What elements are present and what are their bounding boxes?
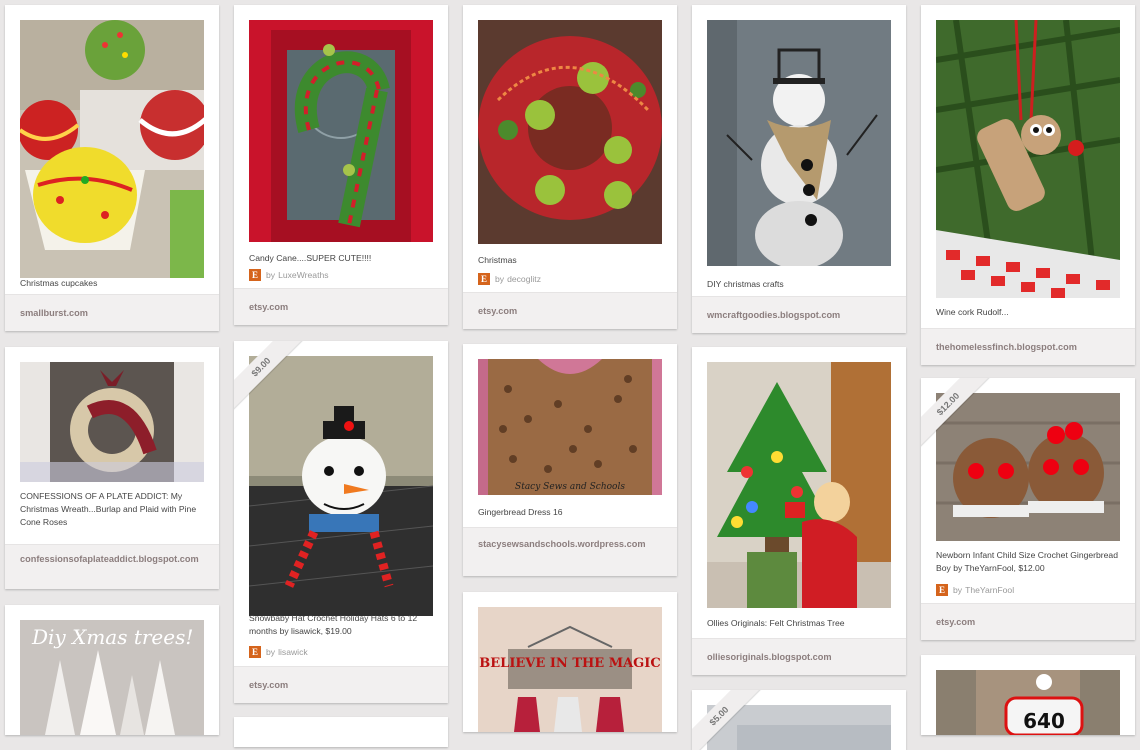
- pin-image[interactable]: [20, 362, 204, 482]
- pin-card[interactable]: $5.00: [692, 690, 906, 750]
- pin-card[interactable]: Diy Xmas trees!: [5, 605, 219, 735]
- pin-image[interactable]: Stacy Sews and Schools: [478, 359, 662, 495]
- pin-image[interactable]: [707, 362, 891, 608]
- pin-description: Snowbaby Hat Crochet Holiday Hats 6 to 1…: [249, 613, 418, 636]
- pin-footer: etsy.com: [921, 603, 1135, 640]
- pin-image-text: Diy Xmas trees!: [31, 625, 193, 649]
- etsy-icon: E: [249, 646, 261, 658]
- pin-image[interactable]: Diy Xmas trees!: [20, 620, 204, 735]
- pin-footer: wmcraftgoodies.blogspot.com: [692, 296, 906, 333]
- pin-source-link[interactable]: wmcraftgoodies.blogspot.com: [707, 308, 891, 322]
- pin-card[interactable]: [234, 717, 448, 747]
- pin-description: Christmas: [478, 255, 517, 265]
- pin-source-link[interactable]: stacysewsandschools.wordpress.com: [478, 537, 662, 551]
- pin-source-link[interactable]: etsy.com: [478, 304, 662, 318]
- pin-description: Newborn Infant Child Size Crochet Ginger…: [936, 550, 1118, 573]
- pin-description: Wine cork Rudolf...: [936, 307, 1009, 317]
- pin-description: DIY christmas crafts: [707, 279, 784, 289]
- pin-footer: etsy.com: [234, 666, 448, 703]
- pin-attribution[interactable]: E by LuxeWreaths: [249, 268, 329, 282]
- pin-card[interactable]: BELIEVE IN THE MAGIC: [463, 592, 677, 732]
- pin-card[interactable]: Christmas cupcakes smallburst.com: [5, 5, 219, 331]
- pin-attribution-name[interactable]: TheYarnFool: [965, 585, 1014, 595]
- pin-image[interactable]: [936, 393, 1120, 541]
- pin-source-link[interactable]: confessionsofaplateaddict.blogspot.com: [20, 552, 204, 566]
- pin-source-link[interactable]: thehomelessfinch.blogspot.com: [936, 340, 1120, 354]
- pin-card[interactable]: $12.00 Newborn Infant Child Size Crochet…: [921, 378, 1135, 640]
- pin-attribution-name[interactable]: decoglitz: [507, 274, 541, 284]
- pin-image[interactable]: [707, 20, 891, 266]
- pin-card[interactable]: Ollies Originals: Felt Christmas Tree ol…: [692, 347, 906, 675]
- etsy-icon: E: [478, 273, 490, 285]
- pin-card[interactable]: Wine cork Rudolf... thehomelessfinch.blo…: [921, 5, 1135, 365]
- pin-attribution-name[interactable]: lisawick: [278, 647, 308, 657]
- pin-footer: olliesoriginals.blogspot.com: [692, 638, 906, 675]
- pin-image[interactable]: [20, 20, 204, 278]
- pin-card[interactable]: Stacy Sews and Schools Gingerbread Dress…: [463, 344, 677, 576]
- pin-image-text: BELIEVE IN THE MAGIC: [479, 656, 660, 671]
- pin-description: Gingerbread Dress 16: [478, 507, 563, 517]
- pin-footer: smallburst.com: [5, 294, 219, 331]
- pin-attribution[interactable]: E by decoglitz: [478, 272, 541, 286]
- pin-source-link[interactable]: etsy.com: [249, 300, 433, 314]
- pin-card[interactable]: DIY christmas crafts wmcraftgoodies.blog…: [692, 5, 906, 333]
- pin-footer: confessionsofaplateaddict.blogspot.com: [5, 544, 219, 589]
- pin-source-link[interactable]: olliesoriginals.blogspot.com: [707, 650, 891, 664]
- pin-card[interactable]: 640: [921, 655, 1135, 735]
- pin-source-link[interactable]: etsy.com: [249, 678, 433, 692]
- pin-attribution[interactable]: E by lisawick: [249, 645, 308, 659]
- pin-description: Ollies Originals: Felt Christmas Tree: [707, 618, 845, 628]
- pin-footer: etsy.com: [234, 288, 448, 325]
- pin-card[interactable]: Candy Cane....SUPER CUTE!!!! E by LuxeWr…: [234, 5, 448, 325]
- pin-source-link[interactable]: etsy.com: [936, 615, 1120, 629]
- pin-card[interactable]: CONFESSIONS OF A PLATE ADDICT: My Christ…: [5, 347, 219, 589]
- pin-card[interactable]: $9.00 Snowbaby Hat Crochet Holiday Hats …: [234, 341, 448, 703]
- pin-image[interactable]: [478, 20, 662, 244]
- pin-image-caption: Stacy Sews and Schools: [515, 482, 625, 492]
- pin-image[interactable]: [936, 20, 1120, 298]
- pin-image[interactable]: [249, 20, 433, 242]
- pin-image[interactable]: 640: [936, 670, 1120, 735]
- pin-footer: thehomelessfinch.blogspot.com: [921, 328, 1135, 365]
- pin-attribution-name[interactable]: LuxeWreaths: [278, 270, 328, 280]
- pin-description: Candy Cane....SUPER CUTE!!!!: [249, 253, 372, 263]
- pin-attribution[interactable]: E by TheYarnFool: [936, 583, 1014, 597]
- pin-footer: stacysewsandschools.wordpress.com: [463, 527, 677, 576]
- etsy-icon: E: [936, 584, 948, 596]
- pin-description: Christmas cupcakes: [20, 278, 98, 288]
- pin-source-link[interactable]: smallburst.com: [20, 306, 204, 320]
- pin-image[interactable]: BELIEVE IN THE MAGIC: [478, 607, 662, 732]
- pin-description: CONFESSIONS OF A PLATE ADDICT: My Christ…: [20, 491, 197, 527]
- pin-card[interactable]: Christmas E by decoglitz etsy.com: [463, 5, 677, 329]
- pin-image[interactable]: [249, 356, 433, 616]
- etsy-icon: E: [249, 269, 261, 281]
- pin-footer: etsy.com: [463, 292, 677, 329]
- pin-image-text: 640: [1023, 709, 1065, 733]
